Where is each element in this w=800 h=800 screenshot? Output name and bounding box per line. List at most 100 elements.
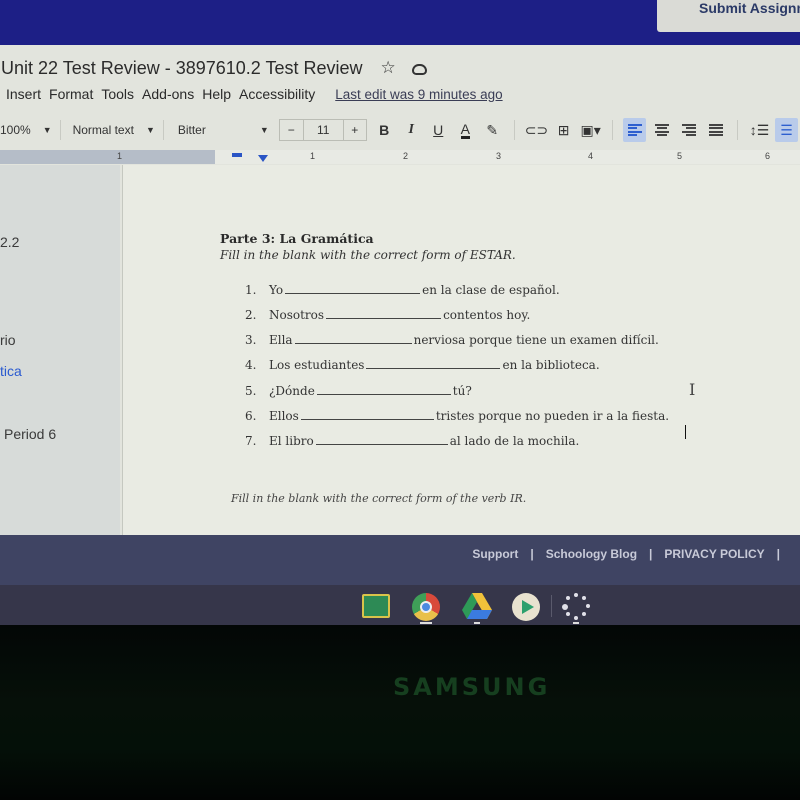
schoology-blog-link[interactable]: Schoology Blog	[546, 547, 637, 561]
font-dropdown[interactable]: Bitter ▼	[178, 123, 269, 137]
align-center-button[interactable]	[650, 118, 673, 142]
loading-spinner-icon[interactable]	[562, 593, 590, 621]
question-item: 3. Ella nerviosa porque tiene un examen …	[245, 333, 659, 347]
align-right-button[interactable]	[677, 118, 700, 142]
document-outline: 2.2 rio tica Period 6	[0, 165, 120, 535]
first-line-indent-handle[interactable]	[232, 153, 242, 157]
question-item: 1. Yo en la clase de español.	[245, 283, 560, 297]
document-title[interactable]: Unit 22 Test Review - 3897610.2 Test Rev…	[0, 58, 363, 79]
ruler-number: 4	[588, 151, 594, 161]
align-center-icon	[654, 124, 669, 136]
running-indicator	[420, 622, 432, 624]
chevron-down-icon: ▼	[145, 125, 155, 135]
chevron-down-icon: ▼	[42, 125, 52, 135]
ruler-left-margin	[0, 150, 215, 164]
answer-blank[interactable]	[300, 410, 434, 420]
left-indent-handle[interactable]	[258, 155, 268, 162]
outline-item[interactable]: 2.2	[0, 234, 19, 250]
cloud-status-icon[interactable]	[411, 63, 427, 75]
mouse-ibeam-cursor: I	[689, 380, 696, 399]
ruler-number: 2	[403, 151, 409, 161]
chevron-down-icon: ▼	[259, 125, 269, 135]
footer-separator: |	[776, 547, 780, 561]
italic-button[interactable]: I	[400, 118, 423, 142]
highlight-pen-icon[interactable]: ✎	[481, 118, 504, 142]
align-left-button[interactable]	[623, 118, 647, 142]
link-icon[interactable]: ⊂⊃	[525, 118, 548, 142]
question-item: 5. ¿Dónde tú?	[245, 384, 472, 398]
align-left-icon	[627, 124, 642, 136]
toolbar-divider	[59, 120, 61, 140]
samsung-logo: SAMSUNG	[393, 673, 551, 701]
running-indicator	[573, 622, 579, 624]
question-item: 2. Nosotros contentos hoy.	[245, 308, 531, 322]
outline-item[interactable]: rio	[0, 332, 16, 348]
google-drive-icon[interactable]	[462, 593, 492, 619]
running-indicator	[474, 622, 480, 624]
menu-bar: Insert Format Tools Add-ons Help Accessi…	[0, 84, 503, 104]
font-size-input[interactable]: 11	[304, 120, 344, 140]
question-item: 7. El libro al lado de la mochila.	[245, 434, 580, 448]
justify-button[interactable]	[704, 118, 727, 142]
chromeos-shelf	[0, 585, 800, 625]
privacy-policy-link[interactable]: PRIVACY POLICY	[664, 547, 764, 561]
formatting-toolbar: 100% ▼ Normal text ▼ Bitter ▼ − 11 + B I U …	[0, 117, 800, 143]
bold-button[interactable]: B	[373, 118, 396, 142]
answer-blank[interactable]	[366, 359, 501, 369]
ruler-number: 6	[765, 151, 771, 161]
title-row: Unit 22 Test Review - 3897610.2 Test Rev…	[0, 55, 427, 81]
ruler-number: 1	[117, 151, 123, 161]
ruler-number: 3	[496, 151, 502, 161]
google-classroom-icon[interactable]	[362, 594, 390, 618]
schoology-header: Submit Assignm	[0, 0, 800, 45]
align-right-icon	[681, 124, 696, 136]
outline-item[interactable]: Period 6	[4, 426, 56, 442]
support-link[interactable]: Support	[472, 547, 518, 561]
section-title: Parte 3: La Gramática	[220, 231, 374, 246]
menu-add-ons[interactable]: Add-ons	[142, 86, 194, 102]
chrome-icon[interactable]	[412, 593, 440, 621]
monitor-bezel	[0, 625, 800, 800]
line-spacing-icon[interactable]: ↕☰	[748, 118, 771, 142]
footer-separator: |	[530, 547, 534, 561]
toolbar-divider	[612, 120, 614, 140]
schoology-footer: Support | Schoology Blog | PRIVACY POLIC…	[0, 535, 800, 585]
play-store-icon[interactable]	[512, 593, 540, 621]
section-instructions: Fill in the blank with the correct form …	[220, 248, 516, 262]
font-size-stepper: − 11 +	[278, 119, 367, 141]
checklist-icon[interactable]: ☰	[775, 118, 799, 142]
star-icon[interactable]: ☆	[381, 58, 396, 78]
document-page[interactable]: Parte 3: La Gramática Fill in the blank …	[122, 165, 800, 535]
menu-insert[interactable]: Insert	[6, 86, 41, 102]
menu-accessibility[interactable]: Accessibility	[239, 86, 315, 102]
justify-icon	[708, 124, 723, 136]
ruler-number: 1	[310, 151, 316, 161]
toolbar-divider	[737, 120, 739, 140]
text-color-button[interactable]: A	[454, 118, 477, 142]
answer-blank[interactable]	[315, 435, 448, 445]
decrease-font-size-button[interactable]: −	[280, 120, 304, 140]
answer-blank[interactable]	[316, 385, 451, 395]
menu-help[interactable]: Help	[202, 86, 231, 102]
image-icon[interactable]: ▣▾	[579, 118, 602, 142]
ruler[interactable]: 1 1 2 3 4 5 6	[0, 150, 800, 164]
outline-item-active[interactable]: tica	[0, 363, 22, 379]
footer-links: Support | Schoology Blog | PRIVACY POLIC…	[472, 547, 792, 561]
comment-icon[interactable]: ⊞	[552, 118, 575, 142]
answer-blank[interactable]	[285, 284, 421, 294]
menu-tools[interactable]: Tools	[101, 86, 134, 102]
zoom-dropdown[interactable]: 100% ▼	[0, 123, 52, 137]
question-item: 4. Los estudiantes en la biblioteca.	[245, 358, 600, 372]
answer-blank[interactable]	[294, 334, 412, 344]
answer-blank[interactable]	[326, 309, 442, 319]
last-edit-link[interactable]: Last edit was 9 minutes ago	[335, 87, 502, 102]
toolbar-divider	[162, 120, 164, 140]
style-dropdown[interactable]: Normal text ▼	[73, 123, 155, 137]
shelf-divider	[551, 595, 552, 617]
menu-format[interactable]: Format	[49, 86, 93, 102]
question-item: 6. Ellos tristes porque no pueden ir a l…	[245, 409, 670, 423]
increase-font-size-button[interactable]: +	[344, 120, 366, 140]
toolbar-divider	[513, 120, 515, 140]
underline-button[interactable]: U	[427, 118, 450, 142]
submit-assignment-button[interactable]: Submit Assignm	[657, 0, 800, 32]
